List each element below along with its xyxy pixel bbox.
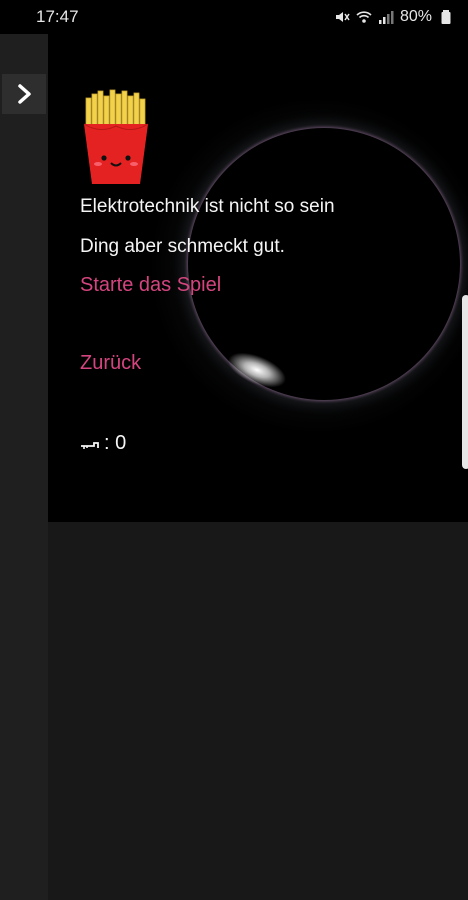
status-time: 17:47: [36, 7, 79, 26]
wifi-icon: [356, 11, 372, 23]
fries-character-icon: [80, 88, 152, 191]
key-icon: [81, 441, 99, 449]
signal-icon: [378, 11, 394, 24]
character-description-line-1: Elektrotechnik ist nicht so sein: [80, 196, 335, 217]
chevron-right-icon: [18, 84, 31, 104]
mute-icon: [335, 12, 350, 22]
start-game-link[interactable]: Starte das Spiel: [80, 274, 221, 297]
back-link[interactable]: Zurück: [80, 352, 141, 375]
sidebar-toggle-button[interactable]: [2, 74, 46, 114]
battery-icon: [441, 10, 451, 24]
battery-percent: 80%: [399, 8, 432, 25]
empty-panel: [48, 522, 468, 900]
status-bar: 17:47 80%: [0, 0, 468, 34]
key-counter: : 0: [80, 432, 126, 455]
scroll-handle[interactable]: [462, 295, 468, 469]
character-description-line-2: Ding aber schmeckt gut.: [80, 236, 285, 257]
sidebar: [0, 34, 48, 900]
key-count-label: : 0: [104, 432, 127, 454]
status-icons: 80%: [334, 8, 454, 26]
